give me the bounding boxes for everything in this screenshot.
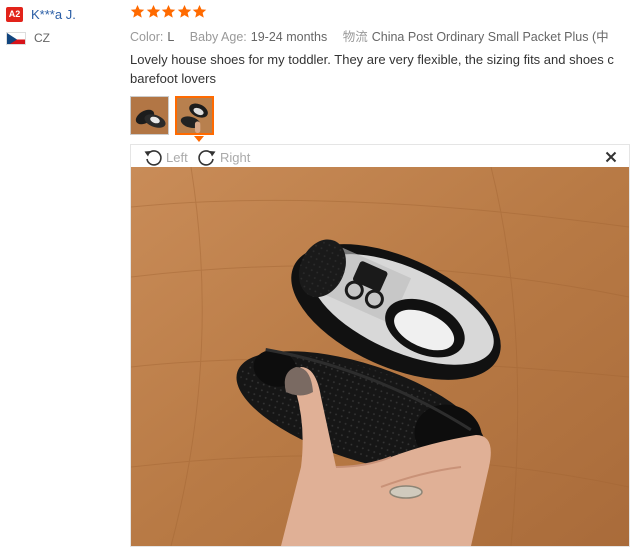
reviewer-country: CZ <box>34 31 50 45</box>
image-viewer: Left Right <box>130 144 630 547</box>
rotate-left-icon <box>144 150 162 166</box>
star-icon <box>161 4 176 18</box>
reviewer-info: A2 K***a J. CZ <box>6 5 121 45</box>
close-icon[interactable] <box>605 151 617 163</box>
review-item: A2 K***a J. CZ Color: L Baby Age: 19-24 mo… <box>0 0 632 559</box>
review-thumbnail-2[interactable] <box>175 96 214 135</box>
review-meta: Color: L Baby Age: 19-24 months 物流 China Po… <box>130 26 609 45</box>
shipping-label: 物流 <box>342 30 368 44</box>
color-value: L <box>167 30 175 44</box>
baby-age-label: Baby Age: <box>189 30 247 44</box>
review-thumbnails <box>130 96 220 135</box>
reviewer-country-row: CZ <box>6 31 121 45</box>
review-text-line-2: barefoot lovers <box>130 71 216 86</box>
star-icon <box>146 4 160 18</box>
rotate-left-button[interactable]: Left <box>143 147 188 167</box>
star-icon <box>192 4 207 18</box>
star-rating <box>130 4 208 20</box>
rotate-left-label: Left <box>166 149 188 165</box>
rotate-right-button[interactable]: Right <box>197 147 250 167</box>
czech-flag-icon <box>6 31 26 45</box>
image-viewer-toolbar: Left Right <box>131 145 629 168</box>
rotate-right-label: Right <box>220 149 251 165</box>
review-text: Lovely house shoes for my toddler. They … <box>130 50 632 88</box>
rotate-right-icon <box>198 150 216 166</box>
reviewer-name[interactable]: K***a J. <box>31 7 76 22</box>
review-thumbnail-1[interactable] <box>130 96 169 135</box>
reviewer-name-row: A2 K***a J. <box>6 5 121 23</box>
baby-age-value: 19-24 months <box>250 30 328 44</box>
star-icon <box>130 4 145 18</box>
star-icon <box>177 4 191 18</box>
buyer-level-badge: A2 <box>6 6 23 22</box>
color-label: Color: <box>130 30 164 44</box>
shipping-value: China Post Ordinary Small Packet Plus (中 <box>371 30 609 44</box>
review-photo <box>131 167 629 546</box>
review-text-line-1: Lovely house shoes for my toddler. They … <box>130 52 614 67</box>
active-thumbnail-caret <box>194 136 204 142</box>
